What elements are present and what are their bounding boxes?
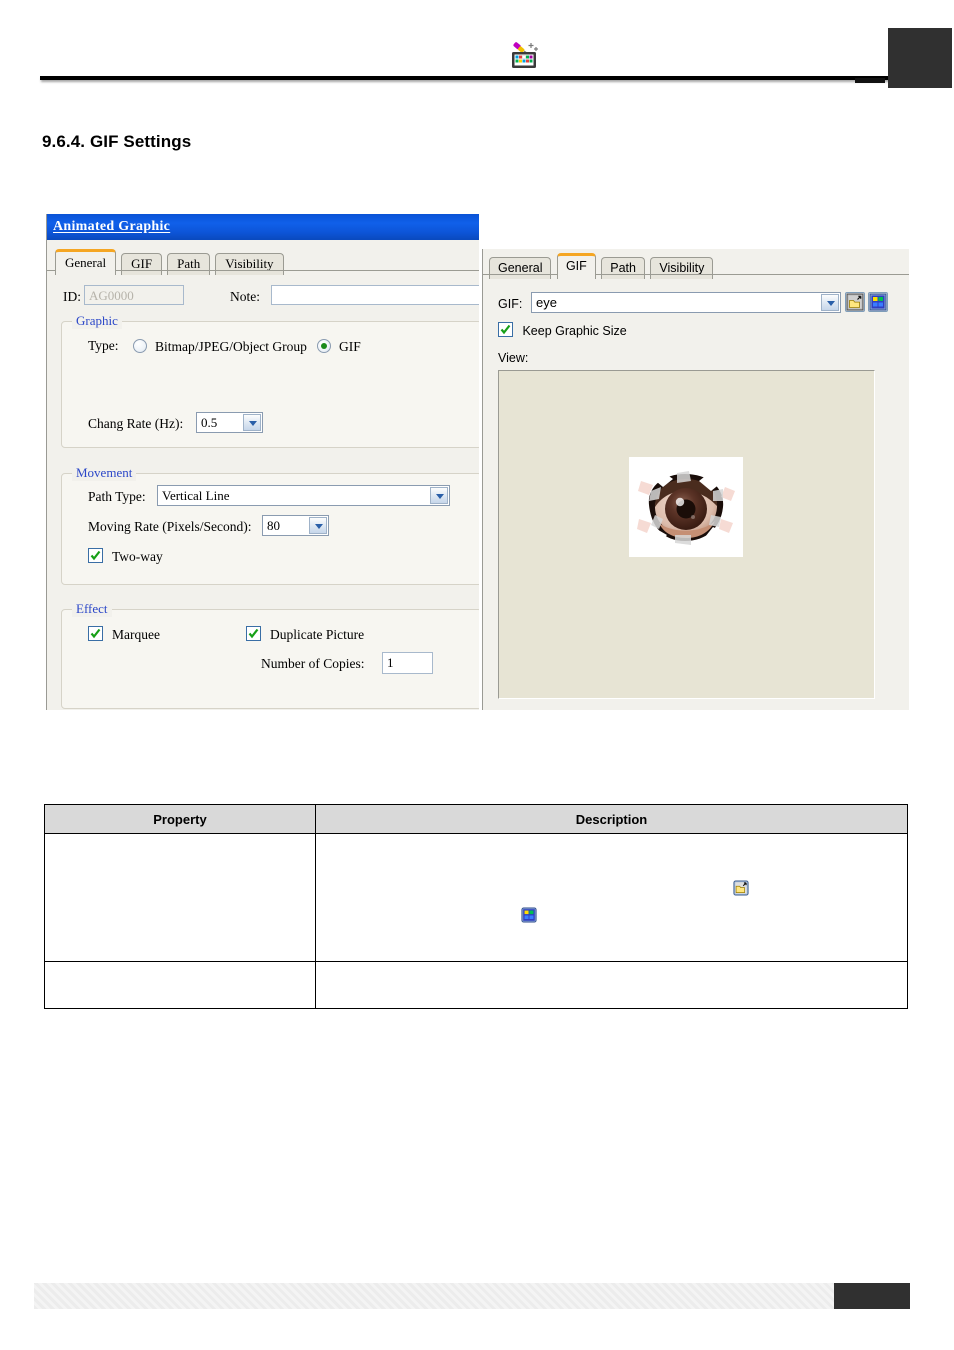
header-corner-block [888,28,952,88]
change-rate-combo[interactable]: 0.5 [196,412,263,433]
tab-gif[interactable]: GIF [121,253,163,275]
note-field[interactable] [271,285,479,305]
movement-group: Movement Path Type: Vertical Line Moving… [61,465,479,585]
gif-combo[interactable]: eye [531,292,841,313]
page-title: 9.6.4. GIF Settings [42,132,192,151]
tabstrip-right: General GIF Path Visibility [483,253,909,280]
id-label: ID: [63,289,81,304]
keep-graphic-size-checkbox[interactable] [498,322,513,337]
two-way-checkbox-row[interactable]: Two-way [88,548,163,566]
picture-library-icon [521,907,537,928]
change-rate-value: 0.5 [201,415,218,430]
open-picture-icon-button[interactable] [845,292,865,312]
animated-graphic-dialog-gif: General GIF Path Visibility GIF: eye Kee… [482,249,909,710]
chevron-down-icon[interactable] [309,517,327,534]
marquee-checkbox[interactable] [88,626,103,641]
number-of-copies-label: Number of Copies: [261,656,365,671]
graphic-group: Graphic Type: Bitmap/JPEG/Object Group G… [61,313,479,448]
change-rate-label: Chang Rate (Hz): [88,416,184,431]
open-picture-icon [846,293,864,311]
property-table: Property Description [44,804,908,1009]
marquee-checkbox-row[interactable]: Marquee [88,626,160,644]
picture-library-icon [869,293,887,311]
gif-value: eye [536,295,557,310]
footer-corner-block [834,1283,910,1309]
gif-preview-area [498,370,875,699]
radio-bitmap-icon[interactable] [133,339,147,353]
cell-property [44,961,316,1009]
animated-graphic-dialog-general: Animated Graphic General GIF Path Visibi… [46,214,479,710]
note-label: Note: [230,289,260,304]
moving-rate-label: Moving Rate (Pixels/Second): [88,519,252,534]
id-field[interactable]: AG0000 [84,285,184,305]
duplicate-picture-checkbox[interactable] [246,626,261,641]
radio-gif-label: GIF [339,339,361,354]
easybuilder-logo [505,38,543,70]
table-row [44,833,908,962]
table-row [44,961,908,1009]
eye-gif-preview [629,457,743,557]
effect-group-title: Effect [72,601,112,617]
moving-rate-value: 80 [267,518,280,533]
radio-gif-icon[interactable] [317,339,331,353]
two-way-checkbox[interactable] [88,548,103,563]
tabstrip-left: General GIF Path Visibility [47,249,479,276]
radio-bitmap-option[interactable]: Bitmap/JPEG/Object Group [133,338,307,356]
dialog-titlebar: Animated Graphic [47,214,479,240]
path-type-value: Vertical Line [162,488,230,503]
path-type-combo[interactable]: Vertical Line [157,485,450,506]
tab-visibility-right[interactable]: Visibility [650,257,714,279]
moving-rate-combo[interactable]: 80 [262,515,329,536]
header-small-bar [855,78,885,83]
path-type-label: Path Type: [88,489,146,504]
tab-path[interactable]: Path [167,253,211,275]
effect-group: Effect Marquee Duplicate Picture Number … [61,601,479,709]
col-description: Description [315,804,908,834]
chevron-down-icon[interactable] [430,487,448,504]
cell-description [315,833,908,962]
footer-bar [34,1283,910,1309]
keep-graphic-size-label: Keep Graphic Size [522,324,627,338]
chevron-down-icon[interactable] [243,414,261,431]
table-header-row: Property Description [44,804,908,834]
movement-group-title: Movement [72,465,137,481]
graphic-group-title: Graphic [72,313,122,329]
tab-gif-right[interactable]: GIF [556,253,596,280]
col-property: Property [44,804,316,834]
header-rule [40,76,912,80]
view-label: View: [498,351,529,365]
picture-library-icon-button[interactable] [868,292,888,312]
tab-path-right[interactable]: Path [601,257,645,279]
radio-bitmap-label: Bitmap/JPEG/Object Group [155,339,307,354]
two-way-label: Two-way [112,549,163,564]
gif-label: GIF: [498,297,523,311]
radio-gif-option[interactable]: GIF [317,338,361,356]
tab-general-right[interactable]: General [489,257,552,279]
type-label: Type: [88,338,119,353]
tab-visibility[interactable]: Visibility [215,253,284,275]
dialog-title: Animated Graphic [53,219,171,234]
page-root: 9.6.4. GIF Settings Animated Graphic Gen… [0,0,954,1350]
marquee-label: Marquee [112,627,160,642]
duplicate-picture-label: Duplicate Picture [270,627,365,642]
chevron-down-icon[interactable] [821,294,839,311]
cell-property [44,833,316,962]
open-picture-icon [733,880,749,901]
keep-graphic-size-row[interactable]: Keep Graphic Size [498,322,627,340]
number-of-copies-field[interactable]: 1 [382,652,433,674]
cell-description [315,961,908,1009]
tab-general[interactable]: General [55,249,117,276]
duplicate-picture-checkbox-row[interactable]: Duplicate Picture [246,626,364,644]
